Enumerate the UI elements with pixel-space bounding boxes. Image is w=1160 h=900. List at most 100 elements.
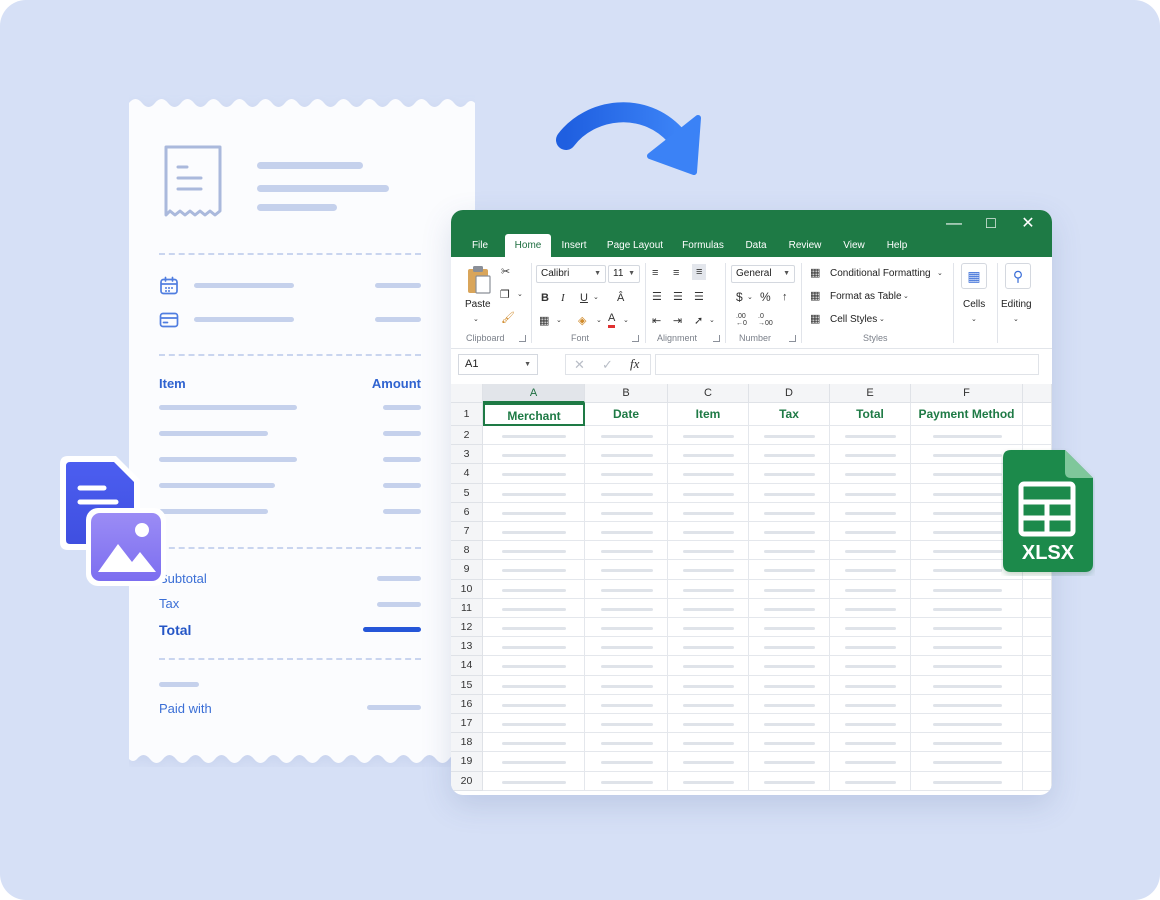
grid-cell[interactable] bbox=[668, 522, 749, 542]
fill-color-icon[interactable]: ◈ bbox=[578, 314, 586, 328]
grid-cell[interactable] bbox=[911, 694, 1023, 714]
grid-cell[interactable] bbox=[830, 637, 911, 657]
row-header[interactable]: 16 bbox=[451, 694, 483, 714]
column-header-c[interactable]: C bbox=[668, 384, 749, 403]
grid-cell[interactable] bbox=[911, 752, 1023, 772]
row-header[interactable]: 13 bbox=[451, 637, 483, 657]
grid-cell[interactable] bbox=[749, 675, 830, 695]
grid-cell[interactable] bbox=[483, 541, 585, 561]
grid-cell[interactable] bbox=[749, 694, 830, 714]
grid-cell[interactable] bbox=[1023, 656, 1052, 676]
grid-cell[interactable] bbox=[585, 445, 668, 465]
tab-file[interactable]: File bbox=[465, 234, 495, 257]
row-header[interactable]: 3 bbox=[451, 445, 483, 465]
grid-cell[interactable] bbox=[749, 637, 830, 657]
grid-cell[interactable] bbox=[668, 579, 749, 599]
grid-cell[interactable] bbox=[668, 598, 749, 618]
grid-cell[interactable] bbox=[749, 464, 830, 484]
align-middle-icon[interactable]: ≡ bbox=[673, 266, 679, 280]
row-header[interactable]: 4 bbox=[451, 464, 483, 484]
grid-cell[interactable] bbox=[830, 656, 911, 676]
grid-cell[interactable] bbox=[668, 426, 749, 446]
conditional-formatting-button[interactable]: Conditional Formatting bbox=[830, 268, 931, 279]
grid-cell[interactable] bbox=[585, 502, 668, 522]
maximize-icon[interactable]: □ bbox=[981, 214, 1001, 234]
tab-home[interactable]: Home bbox=[505, 234, 551, 257]
row-header[interactable]: 1 bbox=[451, 403, 483, 426]
grid-cell[interactable] bbox=[483, 522, 585, 542]
grid-cell[interactable] bbox=[585, 483, 668, 503]
editing-button[interactable]: Editing bbox=[1001, 299, 1032, 310]
grid-cell[interactable] bbox=[749, 579, 830, 599]
grid-cell[interactable] bbox=[1023, 771, 1052, 791]
decrease-decimal-icon[interactable]: .0 →00 bbox=[758, 313, 773, 327]
grid-cell[interactable] bbox=[483, 694, 585, 714]
cut-icon[interactable]: ✂ bbox=[501, 265, 510, 279]
grid-cell[interactable] bbox=[1023, 598, 1052, 618]
row-header[interactable]: 14 bbox=[451, 656, 483, 676]
grid-cell[interactable] bbox=[830, 771, 911, 791]
chevron-down-icon[interactable]: ⌄ bbox=[903, 290, 909, 304]
grid-cell[interactable] bbox=[749, 656, 830, 676]
format-painter-icon[interactable]: 🖌 bbox=[501, 311, 515, 325]
number-launcher-icon[interactable] bbox=[789, 335, 796, 342]
decrease-indent-icon[interactable]: ⇤ bbox=[652, 314, 661, 328]
grid-cell[interactable] bbox=[911, 733, 1023, 753]
column-header-b[interactable]: B bbox=[585, 384, 668, 403]
grid-cell[interactable] bbox=[830, 598, 911, 618]
grid-cell[interactable] bbox=[1023, 403, 1052, 426]
chevron-down-icon[interactable]: ⌄ bbox=[517, 288, 523, 302]
grid-cell[interactable] bbox=[1023, 752, 1052, 772]
cells-button[interactable]: Cells bbox=[963, 299, 985, 310]
orientation-icon[interactable]: ➚ bbox=[694, 314, 703, 328]
header-cell[interactable]: Total bbox=[830, 403, 911, 426]
name-box[interactable]: A1 ▼ bbox=[458, 354, 538, 375]
chevron-down-icon[interactable]: ⌄ bbox=[473, 313, 479, 327]
grid-cell[interactable] bbox=[830, 752, 911, 772]
enter-icon[interactable]: ✓ bbox=[602, 357, 613, 373]
row-header[interactable]: 11 bbox=[451, 598, 483, 618]
font-name-select[interactable]: Calibri ▼ bbox=[536, 265, 606, 283]
search-icon[interactable]: ⚲ bbox=[1005, 263, 1031, 289]
grid-cell[interactable] bbox=[830, 426, 911, 446]
copy-icon[interactable]: ❐ bbox=[500, 288, 510, 302]
grid-cell[interactable] bbox=[668, 694, 749, 714]
tab-data[interactable]: Data bbox=[739, 234, 773, 257]
currency-icon[interactable]: $ bbox=[736, 290, 743, 304]
grid-cell[interactable] bbox=[749, 752, 830, 772]
grid-cell[interactable] bbox=[749, 714, 830, 734]
grid-cell[interactable] bbox=[668, 560, 749, 580]
grid-cell[interactable] bbox=[749, 426, 830, 446]
grid-cell[interactable] bbox=[668, 618, 749, 638]
grid-cell[interactable] bbox=[483, 771, 585, 791]
header-cell[interactable]: Date bbox=[585, 403, 668, 426]
grid-cell[interactable] bbox=[911, 637, 1023, 657]
grid-cell[interactable] bbox=[585, 598, 668, 618]
tab-view[interactable]: View bbox=[837, 234, 871, 257]
grid-cell[interactable] bbox=[483, 502, 585, 522]
paste-icon[interactable] bbox=[466, 265, 492, 295]
grid-cell[interactable] bbox=[668, 752, 749, 772]
grid-cell[interactable] bbox=[911, 656, 1023, 676]
number-format-select[interactable]: General ▼ bbox=[731, 265, 795, 283]
grid-cell[interactable] bbox=[585, 522, 668, 542]
row-header[interactable]: 5 bbox=[451, 483, 483, 503]
grid-cell[interactable] bbox=[668, 483, 749, 503]
column-header-e[interactable]: E bbox=[830, 384, 911, 403]
grid-cell[interactable] bbox=[668, 637, 749, 657]
grid-cell[interactable] bbox=[585, 675, 668, 695]
grid-cell[interactable] bbox=[830, 541, 911, 561]
grid-cell[interactable] bbox=[830, 618, 911, 638]
grid-cell[interactable] bbox=[749, 618, 830, 638]
row-header[interactable]: 15 bbox=[451, 675, 483, 695]
clipboard-launcher-icon[interactable] bbox=[519, 335, 526, 342]
grid-cell[interactable] bbox=[483, 560, 585, 580]
grid-cell[interactable] bbox=[585, 694, 668, 714]
cancel-icon[interactable]: ✕ bbox=[574, 357, 585, 373]
grid-cell[interactable] bbox=[911, 771, 1023, 791]
increase-decimal-icon[interactable]: .00 ←0 bbox=[736, 313, 747, 327]
row-header[interactable]: 10 bbox=[451, 579, 483, 599]
comma-style-icon[interactable]: ↑ bbox=[782, 290, 788, 304]
tab-formulas[interactable]: Formulas bbox=[677, 234, 729, 257]
grid-cell[interactable] bbox=[911, 579, 1023, 599]
